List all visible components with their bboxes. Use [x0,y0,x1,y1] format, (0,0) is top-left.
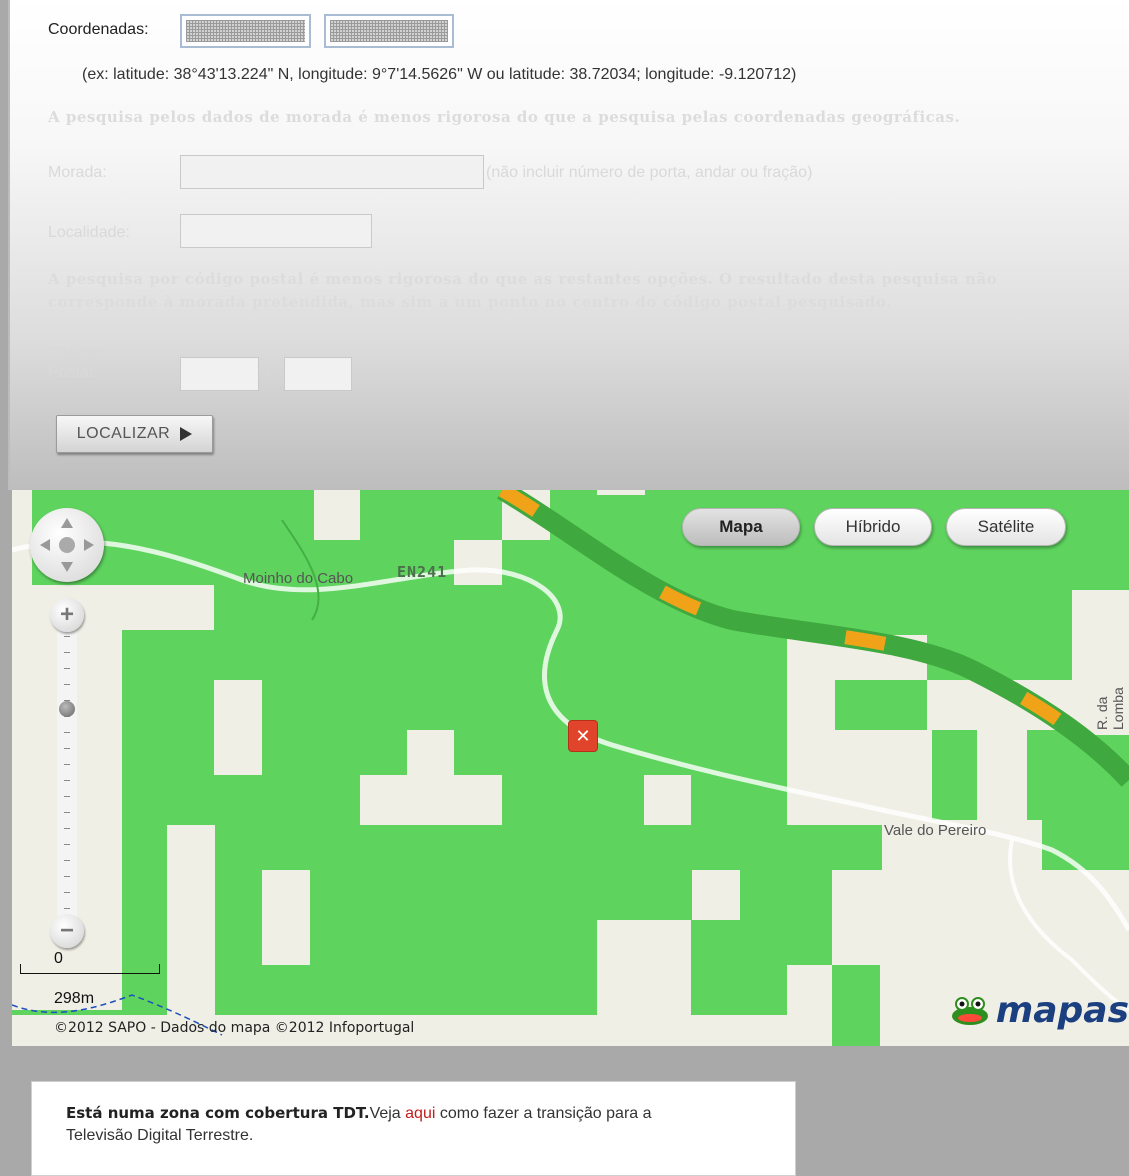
scale-distance: 298m [54,990,95,1007]
zoom-out-icon[interactable]: − [50,914,84,948]
tdt-help-link[interactable]: aqui [405,1105,435,1122]
zoom-handle[interactable] [59,700,75,717]
localidade-input[interactable] [180,214,372,248]
latitude-input[interactable] [180,14,311,48]
zoom-slider[interactable]: + − [50,598,84,948]
postal-search-note: A pesquisa por código postal é menos rig… [48,270,998,311]
localidade-label: Localidade: [48,224,130,241]
morada-label: Morada: [48,164,107,181]
postal-separator: - [266,366,272,383]
postal-code-label: Código Postal: [48,344,99,381]
maptype-hibrido-button[interactable]: Híbrido [814,508,932,546]
map-attribution: ©2012 SAPO - Dados do mapa ©2012 Infopor… [54,1020,415,1036]
map-label-vale: Vale do Pereiro [884,822,987,839]
coordinates-example: (ex: latitude: 38°43'13.224" N, longitud… [82,66,797,83]
search-form-panel: Coordenadas: (ex: latitude: 38°43'13.224… [8,0,1129,490]
scale-bar [20,964,160,974]
frog-logo-icon [951,996,988,1025]
map-label-road: EN241 [397,563,448,581]
coordinates-label: Coordenadas: [48,21,149,38]
coverage-map[interactable]: Moinho do Cabo EN241 Vale do Pereiro R. … [12,490,1129,1046]
tdt-coverage-message: Está numa zona com cobertura TDT.Veja aq… [31,1081,796,1176]
morada-input[interactable] [180,155,484,189]
brand-text: mapas [995,990,1129,1031]
postal-code-suffix-input[interactable] [284,357,352,391]
scale-zero: 0 [54,950,63,967]
roads-layer [12,490,1129,1036]
locate-button[interactable]: LOCALIZAR [56,415,213,453]
zoom-in-icon[interactable]: + [50,598,84,632]
longitude-input[interactable] [324,14,454,48]
maptype-satelite-button[interactable]: Satélite [946,508,1066,546]
postal-code-prefix-input[interactable] [180,357,259,391]
morada-hint: (não incluir número de porta, andar ou f… [486,164,813,181]
map-label-moinho: Moinho do Cabo [243,570,354,587]
play-arrow-icon [180,427,193,441]
sapo-mapas-logo: mapas [950,990,1129,1031]
map-label-rua: R. da Lomba [1094,687,1126,730]
locate-button-label: LOCALIZAR [76,425,171,442]
marker-icon[interactable]: ✕ [568,720,598,752]
pan-icon[interactable] [30,508,104,582]
address-search-note: A pesquisa pelos dados de morada é menos… [48,108,961,126]
zoom-track[interactable] [57,624,77,924]
maptype-mapa-button[interactable]: Mapa [682,508,800,546]
tdt-bold-text: Está numa zona com cobertura TDT. [66,1104,370,1122]
